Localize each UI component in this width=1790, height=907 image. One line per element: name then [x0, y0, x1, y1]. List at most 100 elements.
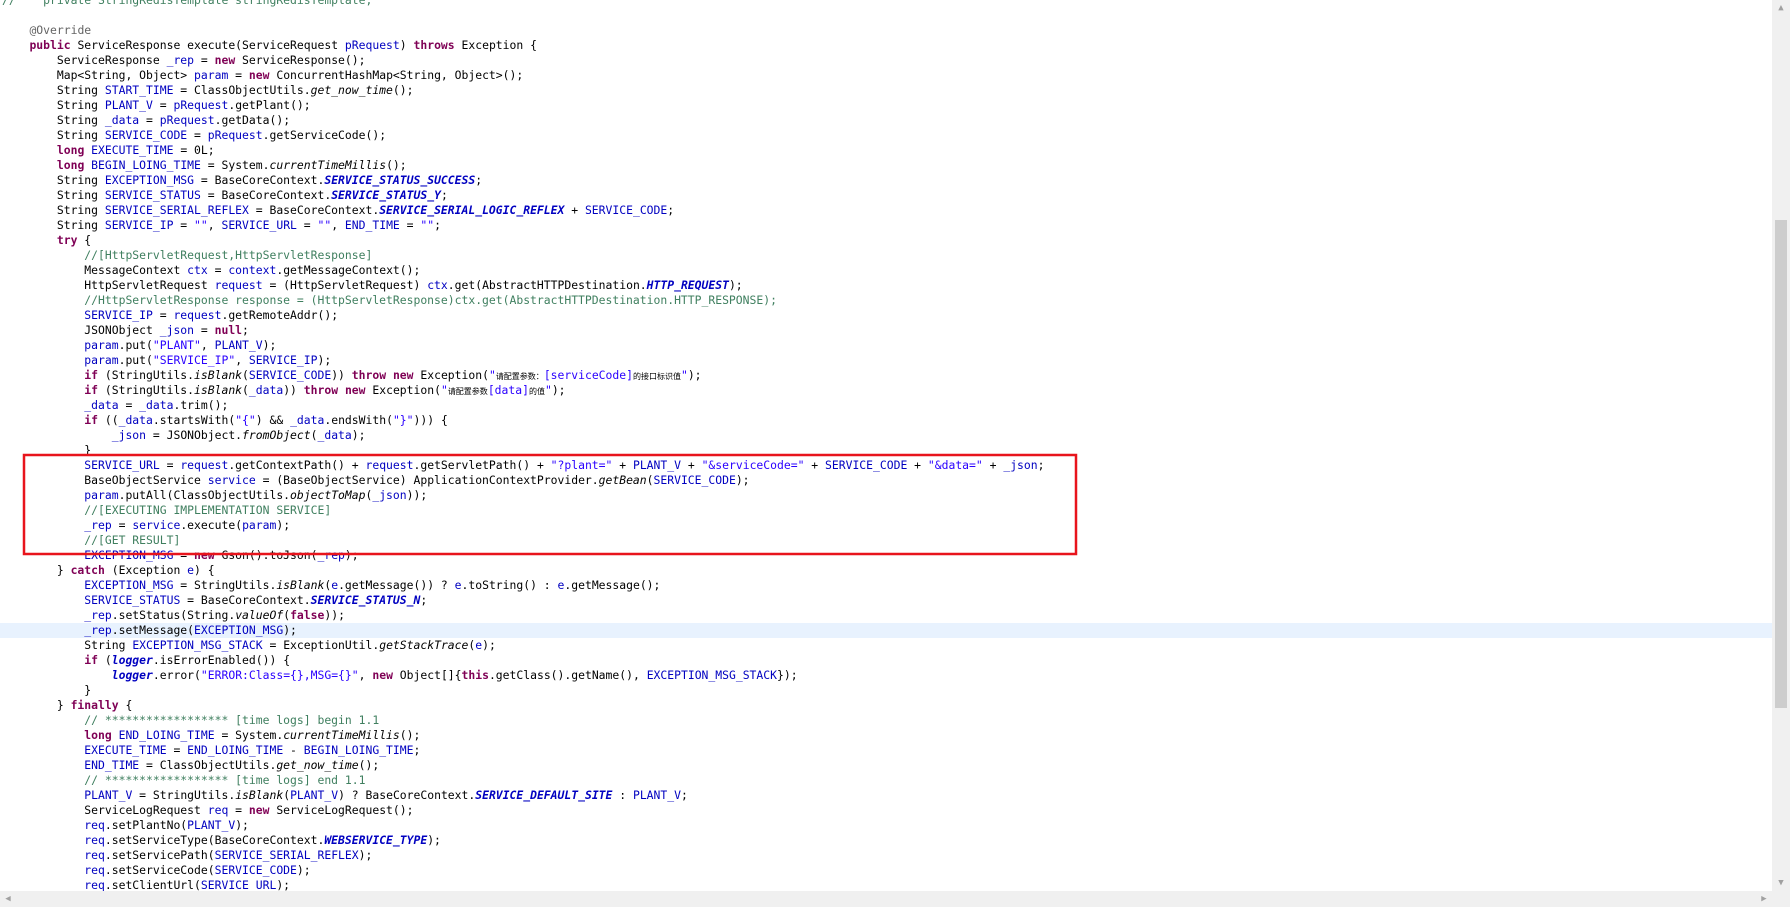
code-line[interactable]: EXECUTE_TIME = END_LOING_TIME - BEGIN_LO… [0, 743, 1772, 758]
code-token: = [228, 68, 249, 82]
code-line[interactable]: // ****************** [time logs] end 1.… [0, 773, 1772, 788]
code-token: _rep [84, 623, 112, 637]
code-line[interactable]: logger.error("ERROR:Class={},MSG={}", ne… [0, 668, 1772, 683]
code-line[interactable]: JSONObject _json = null; [0, 323, 1772, 338]
code-line[interactable]: _json = JSONObject.fromObject(_data); [0, 428, 1772, 443]
code-line[interactable]: if (StringUtils.isBlank(_data)) throw ne… [0, 383, 1772, 398]
code-token: BaseObjectService [2, 473, 208, 487]
code-token: ); [317, 353, 332, 367]
code-line[interactable]: long BEGIN_LOING_TIME = System.currentTi… [0, 158, 1772, 173]
code-line[interactable]: String EXCEPTION_MSG_STACK = ExceptionUt… [0, 638, 1772, 653]
code-line[interactable]: // ****************** [time logs] begin … [0, 713, 1772, 728]
code-token: _rep [166, 53, 195, 67]
code-token: .trim(); [173, 398, 229, 412]
code-line[interactable]: try { [0, 233, 1772, 248]
code-line[interactable]: req.setServiceCode(SERVICE_CODE); [0, 863, 1772, 878]
code-line[interactable]: SERVICE_IP = request.getRemoteAddr(); [0, 308, 1772, 323]
code-line[interactable]: String EXCEPTION_MSG = BaseCoreContext.S… [0, 173, 1772, 188]
scroll-down-icon[interactable]: ▼ [1772, 875, 1790, 891]
code-line[interactable]: if ((_data.startsWith("{") && _data.ends… [0, 413, 1772, 428]
code-line[interactable]: EXCEPTION_MSG = new Gson().toJson(_rep); [0, 548, 1772, 563]
code-line[interactable]: req.setPlantNo(PLANT_V); [0, 818, 1772, 833]
code-line[interactable]: String START_TIME = ClassObjectUtils.get… [0, 83, 1772, 98]
code-token: .getServiceCode(); [262, 128, 387, 142]
code-line-text: try { [2, 233, 91, 248]
code-token: = [187, 128, 208, 142]
code-line-text: } [2, 683, 91, 698]
code-token: _data [84, 398, 119, 412]
code-line[interactable]: if (StringUtils.isBlank(SERVICE_CODE)) t… [0, 368, 1772, 383]
horizontal-scrollbar[interactable]: ◀ ▶ [0, 891, 1772, 907]
code-line[interactable]: String SERVICE_STATUS = BaseCoreContext.… [0, 188, 1772, 203]
code-token: .setPlantNo( [104, 818, 188, 832]
code-line[interactable]: @Override [0, 23, 1772, 38]
code-line[interactable]: HttpServletRequest request = (HttpServle… [0, 278, 1772, 293]
code-token: = ClassObjectUtils. [173, 83, 311, 97]
code-token: ; [667, 203, 675, 217]
code-line[interactable]: String _data = pRequest.getData(); [0, 113, 1772, 128]
code-token: = [296, 218, 318, 232]
code-token: .setStatus(String. [111, 608, 236, 622]
code-line[interactable]: param.put("SERVICE_IP", SERVICE_IP); [0, 353, 1772, 368]
code-token: long [56, 158, 85, 172]
code-line[interactable]: param.putAll(ClassObjectUtils.objectToMa… [0, 488, 1772, 503]
code-line-text: String SERVICE_SERIAL_REFLEX = BaseCoreC… [2, 203, 674, 218]
code-token: String [2, 638, 133, 652]
code-line[interactable]: } [0, 683, 1772, 698]
vertical-scrollbar[interactable]: ▲ ▼ [1772, 0, 1790, 891]
code-line[interactable]: PLANT_V = StringUtils.isBlank(PLANT_V) ?… [0, 788, 1772, 803]
scroll-up-icon[interactable]: ▲ [1772, 0, 1790, 16]
code-token: SERVICE_STATUS [84, 593, 181, 607]
code-line[interactable]: //[GET RESULT] [0, 533, 1772, 548]
code-line[interactable]: EXCEPTION_MSG = StringUtils.isBlank(e.ge… [0, 578, 1772, 593]
code-line[interactable]: ServiceResponse _rep = new ServiceRespon… [0, 53, 1772, 68]
code-line[interactable]: } catch (Exception e) { [0, 563, 1772, 578]
scroll-left-icon[interactable]: ◀ [0, 891, 16, 907]
code-line[interactable]: //HttpServletResponse response = (HttpSe… [0, 293, 1772, 308]
code-token: PLANT_V [84, 788, 133, 802]
code-line-text: long END_LOING_TIME = System.currentTime… [2, 728, 420, 743]
code-token: END_TIME [344, 218, 400, 232]
code-line[interactable]: req.setServicePath(SERVICE_SERIAL_REFLEX… [0, 848, 1772, 863]
code-line[interactable]: Map<String, Object> param = new Concurre… [0, 68, 1772, 83]
code-token: .getRemoteAddr(); [221, 308, 339, 322]
code-line[interactable]: MessageContext ctx = context.getMessageC… [0, 263, 1772, 278]
code-line[interactable]: long EXECUTE_TIME = 0L; [0, 143, 1772, 158]
code-token: = [207, 263, 229, 277]
code-line[interactable]: String SERVICE_IP = "", SERVICE_URL = ""… [0, 218, 1772, 233]
code-line[interactable]: String PLANT_V = pRequest.getPlant(); [0, 98, 1772, 113]
code-line[interactable]: // private StringRedisTemplate stringRed… [0, 0, 1772, 8]
code-line[interactable]: SERVICE_STATUS = BaseCoreContext.SERVICE… [0, 593, 1772, 608]
code-token: req [84, 833, 105, 847]
code-line[interactable]: BaseObjectService service = (BaseObjectS… [0, 473, 1772, 488]
code-token: , [235, 353, 249, 367]
code-line[interactable] [0, 8, 1772, 23]
code-line[interactable]: //[HttpServletRequest,HttpServletRespons… [0, 248, 1772, 263]
code-line[interactable]: _rep.setStatus(String.valueOf(false)); [0, 608, 1772, 623]
code-line[interactable]: req.setServiceType(BaseCoreContext.WEBSE… [0, 833, 1772, 848]
code-line[interactable]: _data = _data.trim(); [0, 398, 1772, 413]
current-line[interactable]: _rep.setMessage(EXCEPTION_MSG); [0, 623, 1772, 638]
code-line[interactable]: //[EXECUTING IMPLEMENTATION SERVICE] [0, 503, 1772, 518]
code-editor[interactable]: // private StringRedisTemplate stringRed… [0, 0, 1772, 891]
code-line[interactable]: END_TIME = ClassObjectUtils.get_now_time… [0, 758, 1772, 773]
code-token: EXCEPTION_MSG [84, 548, 174, 562]
code-line[interactable]: if (logger.isErrorEnabled()) { [0, 653, 1772, 668]
code-token: )) [331, 368, 352, 382]
code-line[interactable]: req.setClientUrl(SERVICE_URL); [0, 878, 1772, 891]
code-line[interactable]: param.put("PLANT", PLANT_V); [0, 338, 1772, 353]
code-line[interactable]: long END_LOING_TIME = System.currentTime… [0, 728, 1772, 743]
code-line[interactable]: String SERVICE_CODE = pRequest.getServic… [0, 128, 1772, 143]
scroll-right-icon[interactable]: ▶ [1756, 891, 1772, 907]
code-line[interactable]: ServiceLogRequest req = new ServiceLogRe… [0, 803, 1772, 818]
code-line[interactable]: } [0, 443, 1772, 458]
code-token: getStackTrace [379, 638, 469, 652]
vertical-scroll-thumb[interactable] [1775, 220, 1787, 708]
code-line[interactable]: } finally { [0, 698, 1772, 713]
code-line[interactable]: String SERVICE_SERIAL_REFLEX = BaseCoreC… [0, 203, 1772, 218]
code-line[interactable]: SERVICE_URL = request.getContextPath() +… [0, 458, 1772, 473]
code-line[interactable]: public ServiceResponse execute(ServiceRe… [0, 38, 1772, 53]
code-line[interactable]: _rep = service.execute(param); [0, 518, 1772, 533]
code-token: service [207, 473, 256, 487]
code-token: , [358, 668, 373, 682]
